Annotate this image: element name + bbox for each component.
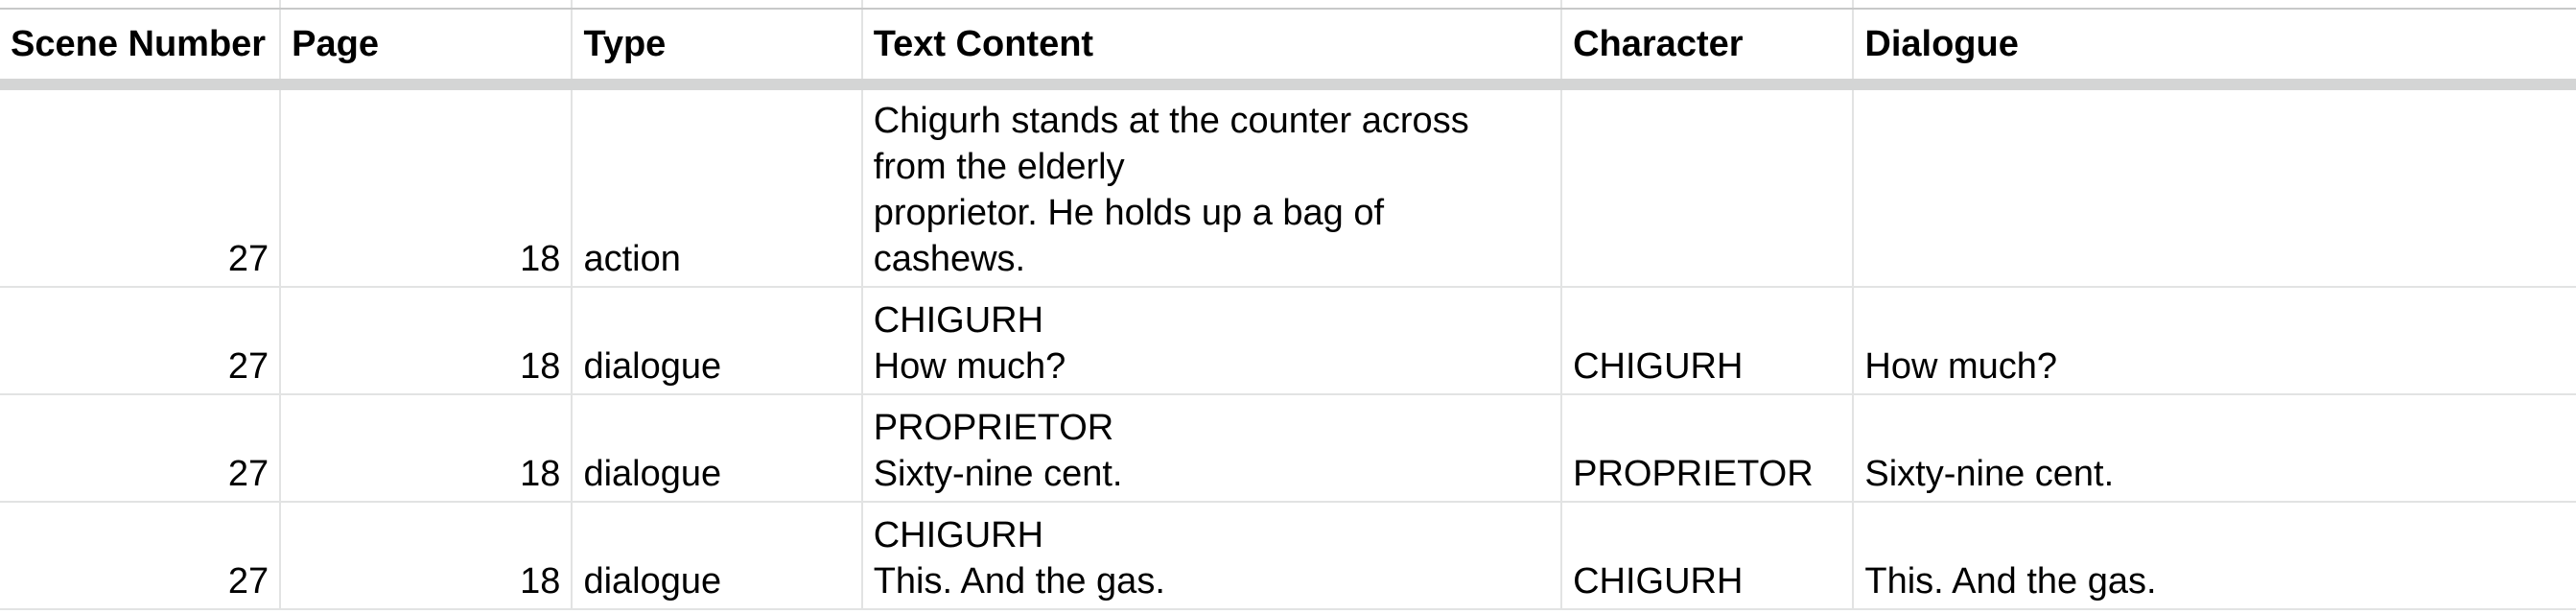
text-content-cell[interactable]: CHIGURH How much? [861, 287, 1563, 395]
page-cell[interactable]: 18 [280, 394, 574, 503]
scene-number-cell[interactable]: 27 [0, 502, 282, 610]
character-cell[interactable]: CHIGURH [1561, 287, 1855, 395]
text-line: CHIGURH [873, 515, 1044, 555]
character-cell[interactable]: PROPRIETOR [1561, 394, 1855, 503]
table-row: 27 18 dialogue CHIGURH This. And the gas… [0, 502, 2576, 610]
header-row: Scene Number Page Type Text Content Char… [0, 9, 2576, 90]
header-cell-dialogue[interactable]: Dialogue [1853, 9, 2576, 90]
scene-number-cell[interactable]: 27 [0, 287, 282, 395]
text-line: Chigurh stands at the counter across [873, 101, 1469, 141]
text-line: from the elderly [873, 147, 1125, 187]
character-cell[interactable] [1561, 83, 1855, 288]
header-cell-scene-number[interactable]: Scene Number [0, 9, 282, 90]
type-cell[interactable]: dialogue [572, 287, 863, 395]
page-cell[interactable]: 18 [280, 287, 574, 395]
page-cell[interactable]: 18 [280, 83, 574, 288]
text-line: This. And the gas. [873, 561, 1165, 602]
dialogue-cell[interactable] [1853, 83, 2576, 288]
dialogue-cell[interactable]: How much? [1853, 287, 2576, 395]
cell[interactable] [280, 0, 574, 10]
text-content-cell[interactable]: Chigurh stands at the counter across fro… [861, 83, 1563, 288]
cell[interactable] [0, 0, 282, 10]
text-line: Sixty-nine cent. [873, 454, 1123, 494]
table-row: 27 18 dialogue CHIGURH How much? CHIGURH… [0, 287, 2576, 395]
text-line: cashews. [873, 239, 1026, 279]
type-cell[interactable]: action [572, 83, 863, 288]
text-content-cell[interactable]: PROPRIETOR Sixty-nine cent. [861, 394, 1563, 503]
text-line: proprietor. He holds up a bag of [873, 193, 1385, 233]
dialogue-cell[interactable]: This. And the gas. [1853, 502, 2576, 610]
text-line: PROPRIETOR [873, 408, 1114, 448]
cell[interactable] [1853, 0, 2576, 10]
text-line: How much? [873, 346, 1066, 387]
type-cell[interactable]: dialogue [572, 394, 863, 503]
type-cell[interactable]: dialogue [572, 502, 863, 610]
header-cell-text-content[interactable]: Text Content [861, 9, 1563, 90]
table-row: 27 18 dialogue PROPRIETOR Sixty-nine cen… [0, 394, 2576, 503]
header-cell-character[interactable]: Character [1561, 9, 1855, 90]
text-line: CHIGURH [873, 300, 1044, 341]
cell[interactable] [1561, 0, 1855, 10]
cell[interactable] [861, 0, 1563, 10]
page-cell[interactable]: 18 [280, 502, 574, 610]
text-content-cell[interactable]: CHIGURH This. And the gas. [861, 502, 1563, 610]
data-table: Scene Number Page Type Text Content Char… [0, 0, 2576, 610]
scene-number-cell[interactable]: 27 [0, 394, 282, 503]
header-cell-page[interactable]: Page [280, 9, 574, 90]
table-row: 27 18 action Chigurh stands at the count… [0, 83, 2576, 288]
previous-row-strip [0, 0, 2576, 10]
header-cell-type[interactable]: Type [572, 9, 863, 90]
character-cell[interactable]: CHIGURH [1561, 502, 1855, 610]
scene-number-cell[interactable]: 27 [0, 83, 282, 288]
cell[interactable] [572, 0, 863, 10]
dialogue-cell[interactable]: Sixty-nine cent. [1853, 394, 2576, 503]
spreadsheet-grid: Scene Number Page Type Text Content Char… [0, 0, 2576, 614]
